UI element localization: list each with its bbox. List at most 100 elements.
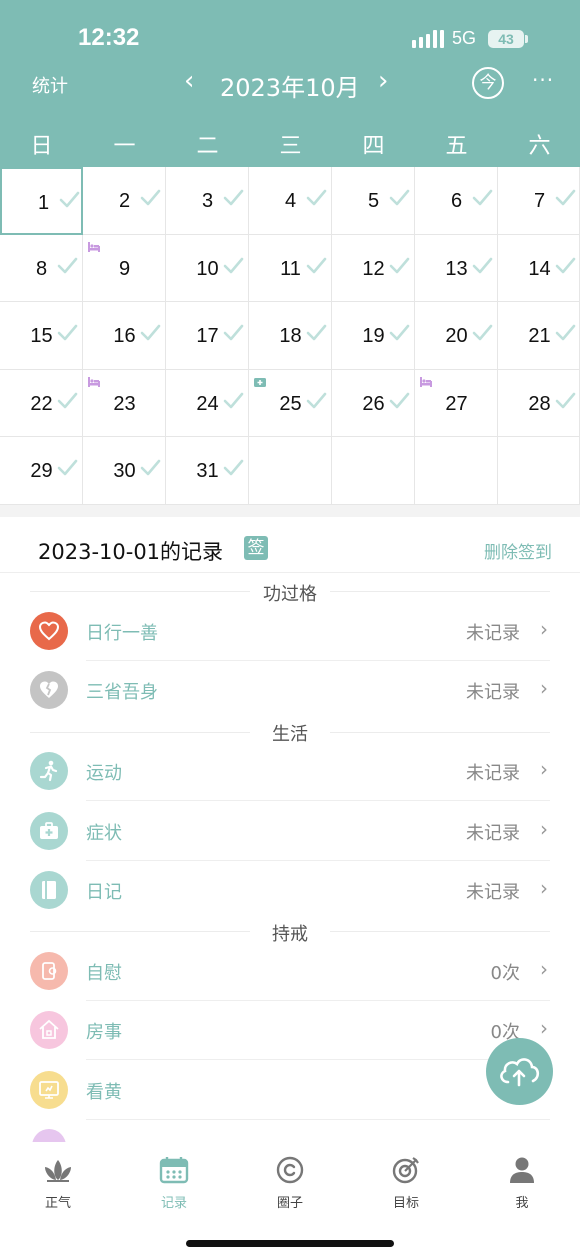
today-button[interactable]: 今	[472, 67, 504, 99]
checkmark-icon	[140, 189, 161, 206]
divider	[0, 572, 580, 573]
checkmark-icon	[389, 257, 410, 273]
list-item[interactable]: 三省吾身 未记录 ›	[30, 660, 550, 720]
calendar-day-cell[interactable]: 18	[249, 302, 332, 370]
weekday-label: 日	[30, 134, 53, 159]
home-indicator	[186, 1240, 394, 1247]
calendar-day-cell[interactable]: 3	[166, 167, 249, 235]
list-item[interactable]: 日记 未记录 ›	[30, 860, 550, 920]
weekday-label: 三	[279, 134, 302, 159]
calendar-day-cell[interactable]: 11	[249, 234, 332, 303]
item-label: 自慰	[86, 963, 122, 984]
day-number: 23	[113, 392, 136, 415]
weekday-label: 一	[113, 134, 136, 159]
calendar-day-cell[interactable]	[249, 437, 332, 505]
calendar-day-cell[interactable]	[498, 437, 580, 505]
header: 12:32 5G 43 统计 ‹ 2023年10月 › 今 ··· 日 一 二 …	[0, 0, 580, 167]
cloud-sync-button[interactable]	[486, 1038, 553, 1105]
calendar-day-cell[interactable]: 14	[498, 234, 580, 303]
list-item[interactable]: 运动 未记录 ›	[30, 741, 550, 801]
divider	[86, 1119, 550, 1120]
checkmark-icon	[57, 392, 78, 409]
tab-label: 我	[515, 1196, 529, 1211]
calendar-day-cell[interactable]: 10	[166, 234, 249, 303]
list-item[interactable]: 日行一善 未记录 ›	[30, 601, 550, 661]
calendar-day-cell[interactable]: 17	[166, 302, 249, 370]
checkmark-icon	[223, 257, 244, 273]
calendar-day-cell[interactable]: 31	[166, 437, 249, 505]
calendar-day-cell[interactable]: 21	[498, 302, 580, 370]
item-label: 三省吾身	[86, 682, 158, 703]
checkmark-icon	[223, 189, 244, 206]
record-title: 2023-10-01的记录	[38, 540, 224, 564]
calendar-day-cell[interactable]: 24	[166, 369, 249, 438]
signal-icon	[412, 30, 444, 48]
item-label: 日记	[86, 882, 122, 903]
lotus-icon	[45, 1160, 71, 1182]
item-label: 运动	[86, 763, 122, 784]
calendar-day-cell[interactable]: 30	[83, 437, 166, 505]
tab-label: 目标	[392, 1196, 419, 1211]
calendar-day-cell[interactable]: 16	[83, 302, 166, 370]
checkmark-icon	[472, 257, 493, 273]
checkmark-icon	[306, 392, 327, 409]
list-item[interactable]: 房事 0次 ›	[30, 1000, 550, 1060]
calendar-day-cell[interactable]: 7	[498, 167, 580, 235]
calendar-day-cell[interactable]: 22	[0, 369, 83, 438]
delete-sign-button[interactable]: 删除签到	[484, 538, 552, 563]
checkmark-icon	[59, 191, 80, 208]
next-month-button[interactable]: ›	[378, 66, 388, 96]
medical-kit-icon	[254, 377, 266, 387]
checkmark-icon	[389, 324, 410, 341]
calendar-day-cell[interactable]: 13	[415, 234, 498, 303]
heart-icon	[30, 612, 68, 650]
calendar-day-cell[interactable]: 1	[0, 167, 83, 235]
chevron-right-icon: ›	[540, 957, 548, 981]
medical-kit-icon	[30, 812, 68, 850]
item-label: 症状	[86, 823, 122, 844]
item-value: 未记录	[466, 623, 520, 644]
more-icon[interactable]: ···	[532, 68, 554, 92]
list-item[interactable]: 自慰 0次 ›	[30, 941, 550, 1001]
stats-button[interactable]: 统计	[32, 72, 68, 98]
list-item[interactable]: 症状 未记录 ›	[30, 801, 550, 861]
calendar-day-cell[interactable]: 6	[415, 167, 498, 235]
battery-icon: 43	[488, 30, 524, 48]
calendar-day-cell[interactable]: 9	[83, 234, 166, 303]
calendar-day-cell[interactable]	[415, 437, 498, 505]
calendar-grid: 1 2 3 4 5 6 7 8 9 10 11 12 13 14 15 16 17 18 19 20 21 22 23 24 2…	[0, 167, 580, 505]
cloud-icon	[500, 1058, 540, 1087]
circle-icon	[276, 1156, 304, 1184]
chevron-right-icon: ›	[540, 817, 548, 841]
calendar-day-cell[interactable]: 5	[332, 167, 415, 235]
calendar-day-cell[interactable]: 29	[0, 437, 83, 505]
calendar-day-cell[interactable]: 25	[249, 369, 332, 438]
diary-icon	[30, 871, 68, 909]
calendar-day-cell[interactable]: 15	[0, 302, 83, 370]
weekday-label: 四	[362, 134, 385, 159]
calendar-day-cell[interactable]: 20	[415, 302, 498, 370]
list-item[interactable]: 看黄	[30, 1060, 550, 1120]
item-label: 看黄	[86, 1082, 122, 1103]
calendar-day-cell[interactable]: 4	[249, 167, 332, 235]
calendar-day-cell[interactable]: 27	[415, 369, 498, 438]
weekday-row: 日 一 二 三 四 五 六	[0, 128, 580, 159]
calendar-day-cell[interactable]: 12	[332, 234, 415, 303]
month-title: 2023年10月	[220, 74, 360, 102]
checkmark-icon	[472, 189, 493, 206]
chevron-right-icon: ›	[540, 757, 548, 781]
calendar-day-cell[interactable]: 23	[83, 369, 166, 438]
target-icon	[392, 1157, 419, 1184]
calendar-day-cell[interactable]: 26	[332, 369, 415, 438]
network-label: 5G	[452, 28, 477, 48]
weekday-label: 二	[196, 134, 219, 159]
calendar-day-cell[interactable]: 2	[83, 167, 166, 235]
item-label: 房事	[86, 1022, 122, 1043]
calendar-day-cell[interactable]: 19	[332, 302, 415, 370]
chevron-right-icon: ›	[540, 617, 548, 641]
prev-month-button[interactable]: ‹	[184, 66, 194, 96]
calendar-day-cell[interactable]: 28	[498, 369, 580, 438]
item-value: 0次	[490, 963, 520, 984]
calendar-day-cell[interactable]	[332, 437, 415, 505]
calendar-day-cell[interactable]: 8	[0, 234, 83, 303]
